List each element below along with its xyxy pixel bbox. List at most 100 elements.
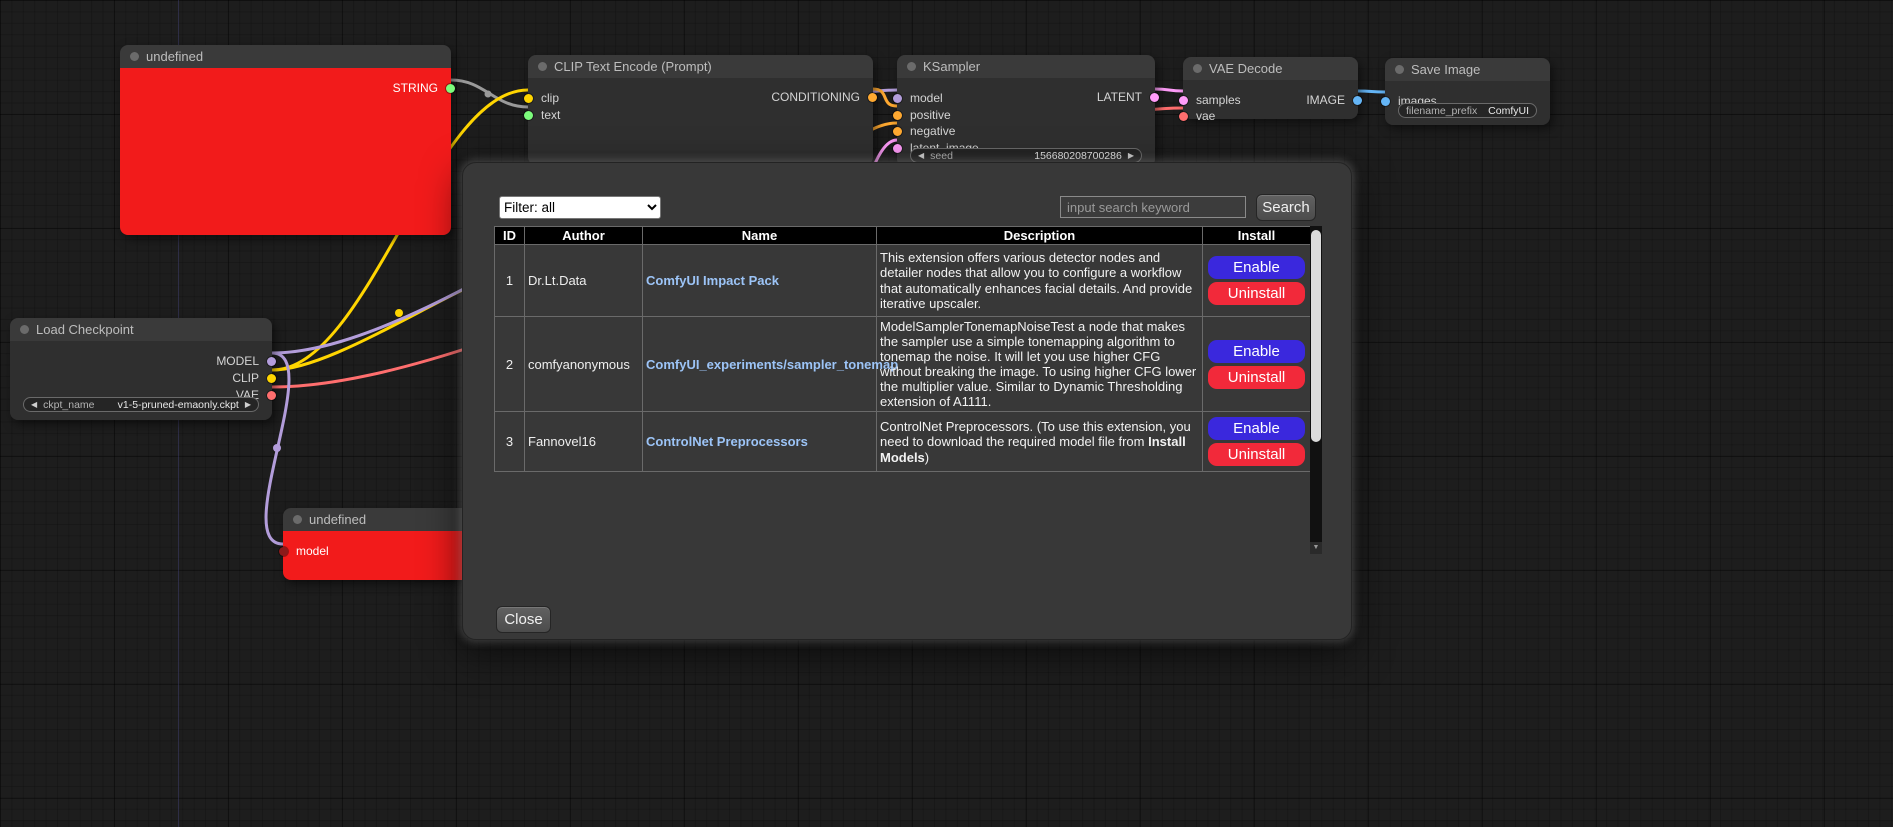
output-port-image[interactable] bbox=[1353, 96, 1362, 105]
output-slot-model[interactable]: MODEL bbox=[10, 353, 272, 369]
cell-id: 1 bbox=[495, 245, 525, 317]
input-port-negative[interactable] bbox=[893, 127, 902, 136]
search-button[interactable]: Search bbox=[1256, 194, 1316, 221]
node-header[interactable]: CLIP Text Encode (Prompt) bbox=[528, 55, 873, 78]
input-slot-positive[interactable]: positive bbox=[897, 107, 1155, 123]
table-row: 2 comfyanonymous ComfyUI_experiments/sam… bbox=[495, 317, 1311, 412]
increment-arrow-icon[interactable]: ▶ bbox=[1128, 151, 1134, 160]
output-port-latent[interactable] bbox=[1150, 93, 1159, 102]
collapse-dot-icon[interactable] bbox=[20, 325, 29, 334]
seed-widget[interactable]: ◀ seed 156680208700286 ▶ bbox=[910, 148, 1142, 163]
widget-value: 156680208700286 bbox=[1034, 150, 1122, 162]
node-title: CLIP Text Encode (Prompt) bbox=[554, 59, 712, 74]
decrement-arrow-icon[interactable]: ◀ bbox=[31, 400, 37, 409]
collapse-dot-icon[interactable] bbox=[293, 515, 302, 524]
scroll-down-arrow-icon[interactable]: ▼ bbox=[1310, 542, 1322, 554]
column-header-name: Name bbox=[643, 227, 877, 245]
scrollbar-thumb[interactable] bbox=[1311, 230, 1321, 442]
input-port-model[interactable] bbox=[279, 547, 288, 556]
node-header[interactable]: VAE Decode bbox=[1183, 57, 1358, 80]
node-title: undefined bbox=[146, 49, 203, 64]
decrement-arrow-icon[interactable]: ◀ bbox=[918, 151, 924, 160]
input-slot-vae[interactable]: vae bbox=[1183, 108, 1358, 124]
input-port-latent-image[interactable] bbox=[893, 144, 902, 153]
node-header[interactable]: KSampler bbox=[897, 55, 1155, 78]
column-header-description: Description bbox=[877, 227, 1203, 245]
enable-button[interactable]: Enable bbox=[1208, 256, 1305, 279]
cell-install: Enable Uninstall bbox=[1203, 412, 1311, 472]
input-port-positive[interactable] bbox=[893, 111, 902, 120]
node-header[interactable]: Load Checkpoint bbox=[10, 318, 272, 341]
table-scrollbar[interactable]: ▼ bbox=[1310, 226, 1322, 554]
node-clip-text-encode[interactable]: CLIP Text Encode (Prompt) clip text COND… bbox=[528, 55, 873, 165]
input-port-text[interactable] bbox=[524, 111, 533, 120]
cell-author: Fannovel16 bbox=[525, 412, 643, 472]
output-slot-image[interactable]: IMAGE bbox=[1183, 92, 1358, 108]
cell-id: 2 bbox=[495, 317, 525, 412]
input-slot-negative[interactable]: negative bbox=[897, 123, 1155, 139]
search-input[interactable] bbox=[1060, 196, 1246, 218]
output-slot-clip[interactable]: CLIP bbox=[10, 370, 272, 386]
node-title: Load Checkpoint bbox=[36, 322, 134, 337]
output-port-clip[interactable] bbox=[267, 374, 276, 383]
uninstall-button[interactable]: Uninstall bbox=[1208, 366, 1305, 389]
input-port-vae[interactable] bbox=[1179, 112, 1188, 121]
cell-description: ModelSamplerTonemapNoiseTest a node that… bbox=[877, 317, 1203, 412]
node-vae-decode[interactable]: VAE Decode samples vae IMAGE bbox=[1183, 57, 1358, 119]
output-slot-conditioning[interactable]: CONDITIONING bbox=[528, 89, 873, 105]
output-slot-string[interactable]: STRING bbox=[120, 80, 451, 96]
filter-dropdown[interactable]: Filter: all bbox=[499, 196, 661, 219]
input-port-images[interactable] bbox=[1381, 97, 1390, 106]
output-port-vae[interactable] bbox=[267, 391, 276, 400]
uninstall-button[interactable]: Uninstall bbox=[1208, 443, 1305, 466]
node-save-image[interactable]: Save Image images filename_prefix ComfyU… bbox=[1385, 58, 1550, 125]
widget-label: seed bbox=[930, 150, 953, 162]
widget-value: v1-5-pruned-emaonly.ckpt bbox=[118, 399, 239, 411]
wire-string-to-text bbox=[451, 80, 528, 107]
collapse-dot-icon[interactable] bbox=[538, 62, 547, 71]
widget-label: ckpt_name bbox=[43, 399, 94, 411]
uninstall-button[interactable]: Uninstall bbox=[1208, 282, 1305, 305]
increment-arrow-icon[interactable]: ▶ bbox=[245, 400, 251, 409]
filename-prefix-widget[interactable]: filename_prefix ComfyUI bbox=[1398, 103, 1537, 118]
table-row: 1 Dr.Lt.Data ComfyUI Impact Pack This ex… bbox=[495, 245, 1311, 317]
extension-name-link[interactable]: ComfyUI Impact Pack bbox=[646, 273, 779, 288]
output-port-model[interactable] bbox=[267, 357, 276, 366]
node-header[interactable]: Save Image bbox=[1385, 58, 1550, 81]
input-slot-text[interactable]: text bbox=[528, 107, 873, 123]
collapse-dot-icon[interactable] bbox=[1395, 65, 1404, 74]
node-undefined-top[interactable]: undefined STRING bbox=[120, 45, 451, 235]
node-load-checkpoint[interactable]: Load Checkpoint MODEL CLIP VAE ◀ ckpt_na… bbox=[10, 318, 272, 420]
node-title: undefined bbox=[309, 512, 366, 527]
output-port-string[interactable] bbox=[446, 84, 455, 93]
output-port-conditioning[interactable] bbox=[868, 93, 877, 102]
input-slot-model[interactable]: model bbox=[283, 543, 483, 559]
extension-table: ID Author Name Description Install 1 Dr.… bbox=[494, 226, 1311, 472]
close-button[interactable]: Close bbox=[496, 606, 551, 633]
extension-name-link[interactable]: ComfyUI_experiments/sampler_tonemap bbox=[646, 357, 898, 372]
cell-install: Enable Uninstall bbox=[1203, 317, 1311, 412]
cell-description: This extension offers various detector n… bbox=[877, 245, 1203, 317]
cell-description: ControlNet Preprocessors. (To use this e… bbox=[877, 412, 1203, 472]
column-header-id: ID bbox=[495, 227, 525, 245]
node-header[interactable]: undefined bbox=[283, 508, 483, 531]
widget-value: ComfyUI bbox=[1488, 105, 1529, 117]
collapse-dot-icon[interactable] bbox=[130, 52, 139, 61]
widget-label: filename_prefix bbox=[1406, 105, 1477, 117]
node-ksampler[interactable]: KSampler model positive negative latent_… bbox=[897, 55, 1155, 167]
column-header-install: Install bbox=[1203, 227, 1311, 245]
output-slot-latent[interactable]: LATENT bbox=[897, 89, 1155, 105]
collapse-dot-icon[interactable] bbox=[1193, 64, 1202, 73]
enable-button[interactable]: Enable bbox=[1208, 340, 1305, 363]
extension-name-link[interactable]: ControlNet Preprocessors bbox=[646, 434, 808, 449]
collapse-dot-icon[interactable] bbox=[907, 62, 916, 71]
ckpt-name-widget[interactable]: ◀ ckpt_name v1-5-pruned-emaonly.ckpt ▶ bbox=[23, 397, 259, 412]
node-header[interactable]: undefined bbox=[120, 45, 451, 68]
link-midpoint-dot bbox=[273, 444, 281, 452]
node-title: Save Image bbox=[1411, 62, 1480, 77]
wire-latent-to-samples bbox=[1155, 89, 1183, 91]
wire-image-to-images bbox=[1358, 91, 1385, 92]
node-undefined-bottom[interactable]: undefined model bbox=[283, 508, 483, 580]
node-title: VAE Decode bbox=[1209, 61, 1282, 76]
enable-button[interactable]: Enable bbox=[1208, 417, 1305, 440]
